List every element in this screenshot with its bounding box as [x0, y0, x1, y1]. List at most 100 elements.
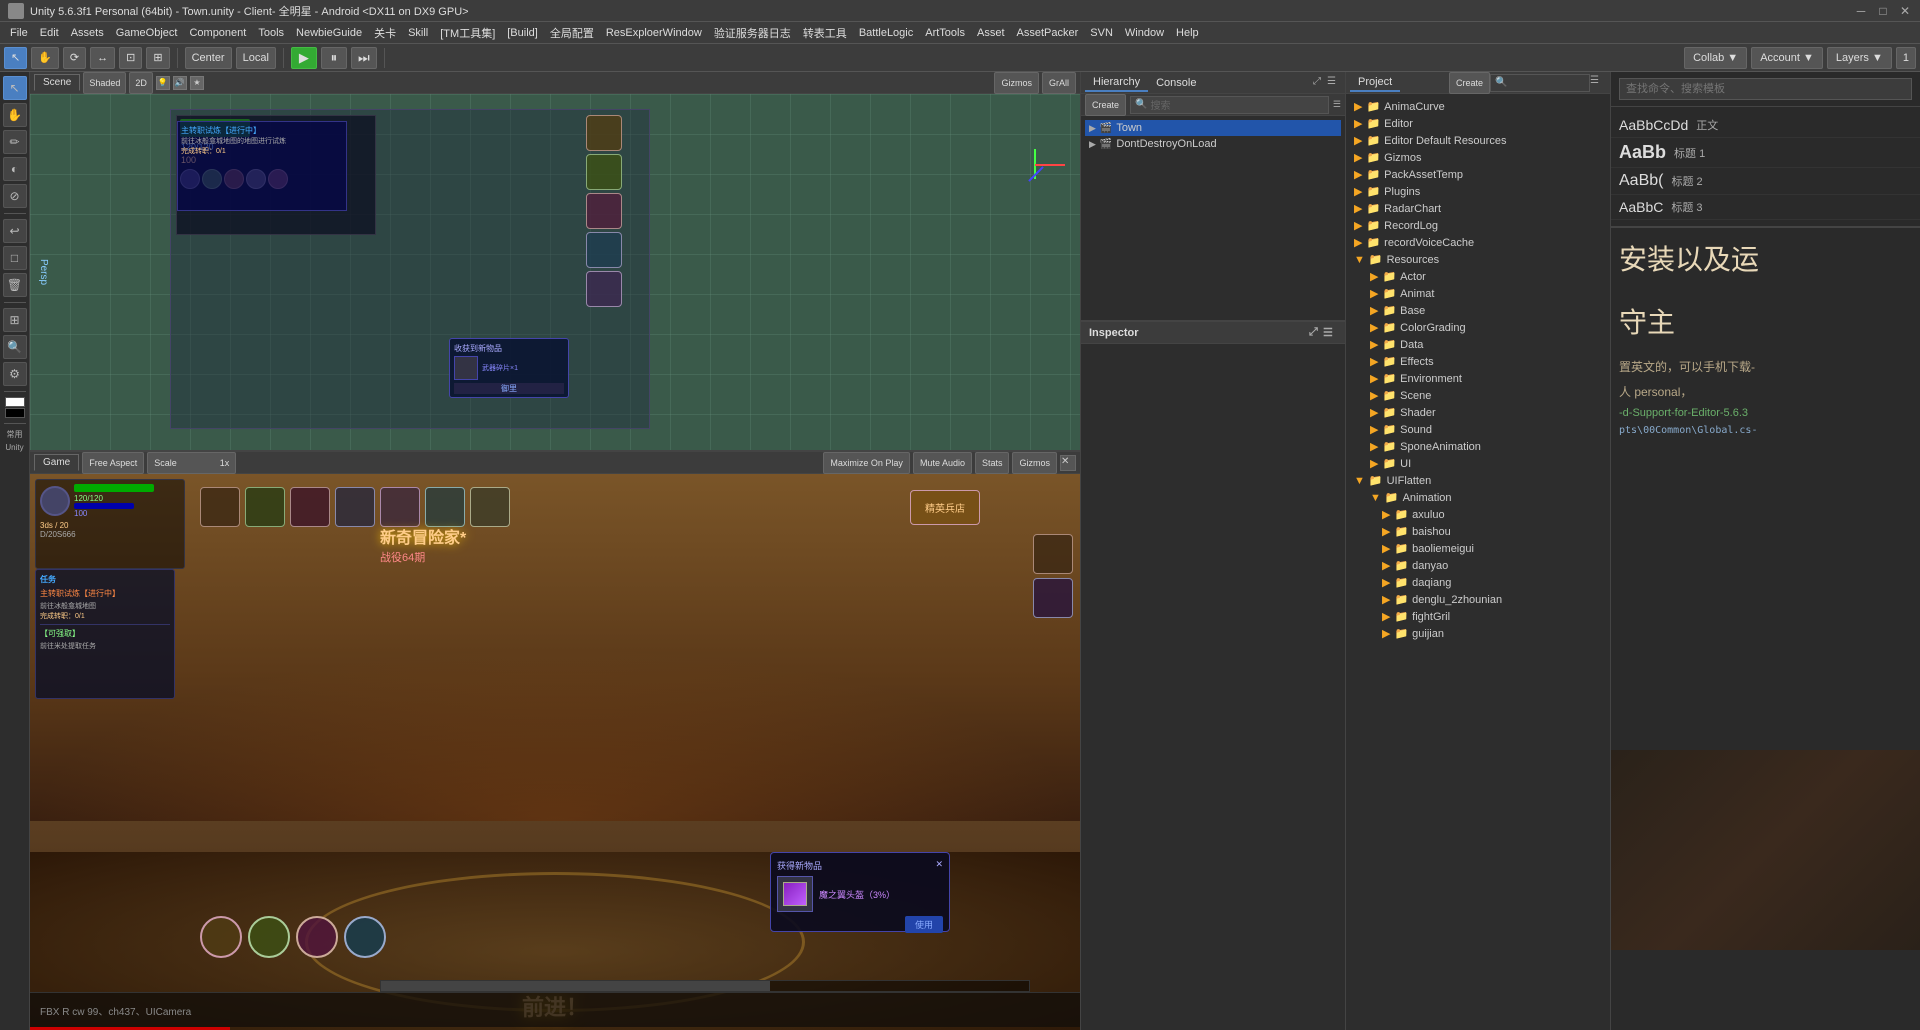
background-color[interactable]	[5, 408, 25, 418]
menu-tm[interactable]: [TM工具集]	[434, 23, 501, 43]
layers-button[interactable]: Layers ▼	[1827, 47, 1892, 69]
project-folder-packasset[interactable]: ▶ 📁 PackAssetTemp	[1346, 166, 1610, 183]
pause-button[interactable]: ⏸	[321, 47, 347, 69]
project-folder-danyao[interactable]: ▶ 📁 danyao	[1346, 557, 1610, 574]
select-tool-button[interactable]: ↖	[4, 47, 27, 69]
foreground-color[interactable]	[5, 397, 25, 407]
scene-fx-toggle[interactable]: ★	[190, 76, 204, 90]
project-tab[interactable]: Project	[1350, 74, 1400, 92]
menu-component[interactable]: Component	[183, 25, 252, 41]
project-folder-base[interactable]: ▶ 📁 Base	[1346, 302, 1610, 319]
hierarchy-tab[interactable]: Hierarchy	[1085, 74, 1148, 92]
rotate-tool-button[interactable]: ⟳	[63, 47, 86, 69]
shop-button[interactable]: 精英兵店	[910, 490, 980, 525]
rect-icon[interactable]: □	[3, 246, 27, 270]
project-folder-shader[interactable]: ▶ 📁 Shader	[1346, 404, 1610, 421]
project-folder-effects[interactable]: ▶ 📁 Effects	[1346, 353, 1610, 370]
use-button[interactable]: 使用	[905, 916, 943, 933]
close-button[interactable]: ✕	[1898, 4, 1912, 18]
far-right-search-input[interactable]	[1619, 78, 1912, 100]
project-folder-editor[interactable]: ▶ 📁 Editor	[1346, 115, 1610, 132]
project-folder-data[interactable]: ▶ 📁 Data	[1346, 336, 1610, 353]
inspector-maximize-btn[interactable]: ⤢	[1309, 326, 1323, 340]
eraser-icon[interactable]: ◐	[3, 157, 27, 181]
menu-globalconfig[interactable]: 全局配置	[544, 23, 600, 43]
scene-lighting-toggle[interactable]: 💡	[156, 76, 170, 90]
menu-edit[interactable]: Edit	[34, 25, 65, 41]
project-view-btn[interactable]: ☰	[1590, 75, 1606, 91]
brush-icon[interactable]: ✏	[3, 130, 27, 154]
project-folder-baishou[interactable]: ▶ 📁 baishou	[1346, 523, 1610, 540]
collab-button[interactable]: Collab ▼	[1684, 47, 1747, 69]
menu-assetpacker[interactable]: AssetPacker	[1011, 25, 1085, 41]
project-folder-actor[interactable]: ▶ 📁 Actor	[1346, 268, 1610, 285]
project-folder-plugins[interactable]: ▶ 📁 Plugins	[1346, 183, 1610, 200]
shading-dropdown[interactable]: Shaded	[83, 72, 126, 94]
inspector-menu-btn[interactable]: ☰	[1323, 326, 1337, 340]
menu-assets[interactable]: Assets	[65, 25, 110, 41]
project-create-btn[interactable]: Create	[1449, 72, 1490, 94]
menu-convert[interactable]: 转表工具	[797, 23, 853, 43]
stats-btn[interactable]: Stats	[975, 452, 1010, 474]
hierarchy-options-btn[interactable]: ☰	[1333, 99, 1341, 110]
select-icon[interactable]: ↖	[3, 76, 27, 100]
project-folder-baoliemeigui[interactable]: ▶ 📁 baoliemeigui	[1346, 540, 1610, 557]
far-right-link-text[interactable]: -d-Support-for-Editor-5.6.3	[1611, 404, 1920, 422]
project-folder-fightgril[interactable]: ▶ 📁 fightGril	[1346, 608, 1610, 625]
menu-asset[interactable]: Asset	[971, 25, 1011, 41]
move-icon[interactable]: ✋	[3, 103, 27, 127]
move-tool-button[interactable]: ✋	[31, 47, 59, 69]
project-folder-animation[interactable]: ▼ 📁 Animation	[1346, 489, 1610, 506]
maximize-button[interactable]: □	[1876, 4, 1890, 18]
menu-svn[interactable]: SVN	[1084, 25, 1119, 41]
menu-build[interactable]: [Build]	[501, 25, 544, 41]
hierarchy-create-btn[interactable]: Create	[1085, 94, 1126, 116]
project-folder-gizmos[interactable]: ▶ 📁 Gizmos	[1346, 149, 1610, 166]
menu-level[interactable]: 关卡	[368, 23, 402, 43]
account-button[interactable]: Account ▼	[1751, 47, 1823, 69]
step-button[interactable]: ⏭	[351, 47, 377, 69]
project-folder-scene[interactable]: ▶ 📁 Scene	[1346, 387, 1610, 404]
project-folder-recordvoice[interactable]: ▶ 📁 recordVoiceCache	[1346, 234, 1610, 251]
project-folder-denglu[interactable]: ▶ 📁 denglu_2zhounian	[1346, 591, 1610, 608]
project-folder-axuluo[interactable]: ▶ 📁 axuluo	[1346, 506, 1610, 523]
project-folder-sound[interactable]: ▶ 📁 Sound	[1346, 421, 1610, 438]
play-button[interactable]: ▶	[291, 47, 317, 69]
2d-button[interactable]: 2D	[129, 72, 153, 94]
project-folder-colorgrading[interactable]: ▶ 📁 ColorGrading	[1346, 319, 1610, 336]
hierarchy-item-town[interactable]: ▶ 🎬 Town	[1085, 120, 1341, 136]
search-icon[interactable]: 🔍	[3, 335, 27, 359]
layout-number[interactable]: 1	[1896, 47, 1916, 69]
menu-tools[interactable]: Tools	[252, 25, 290, 41]
game-scrollbar[interactable]	[380, 980, 1030, 992]
menu-help[interactable]: Help	[1170, 25, 1205, 41]
mute-audio-btn[interactable]: Mute Audio	[913, 452, 972, 474]
menu-skill[interactable]: Skill	[402, 25, 434, 41]
scale-tool-button[interactable]: ↔	[90, 47, 115, 69]
gizmos-button[interactable]: Gizmos	[994, 72, 1039, 94]
grid-icon[interactable]: ⊞	[3, 308, 27, 332]
menu-battlelogic[interactable]: BattleLogic	[853, 25, 919, 41]
project-folder-edr[interactable]: ▶ 📁 Editor Default Resources	[1346, 132, 1610, 149]
gizmos-game-btn[interactable]: Gizmos	[1012, 452, 1057, 474]
project-folder-sponeanimation[interactable]: ▶ 📁 SponeAnimation	[1346, 438, 1610, 455]
local-button[interactable]: Local	[236, 47, 276, 69]
transform-tool-button[interactable]: ⊞	[146, 47, 169, 69]
project-folder-uiflatten[interactable]: ▼ 📁 UIFlatten	[1346, 472, 1610, 489]
scale-btn[interactable]: Scale 1x	[147, 452, 236, 474]
center-button[interactable]: Center	[185, 47, 232, 69]
project-folder-animat[interactable]: ▶ 📁 Animat	[1346, 285, 1610, 302]
trash-icon[interactable]: 🗑	[3, 273, 27, 297]
menu-arttools[interactable]: ArtTools	[919, 25, 971, 41]
project-folder-radarchart[interactable]: ▶ 📁 RadarChart	[1346, 200, 1610, 217]
undo-icon[interactable]: ↩	[3, 219, 27, 243]
maximize-on-play-btn[interactable]: Maximize On Play	[823, 452, 910, 474]
settings-icon[interactable]: ⚙	[3, 362, 27, 386]
lasso-icon[interactable]: ⊘	[3, 184, 27, 208]
menu-verify[interactable]: 验证服务器日志	[708, 23, 797, 43]
console-tab[interactable]: Console	[1148, 75, 1204, 91]
menu-window[interactable]: Window	[1119, 25, 1170, 41]
minimize-button[interactable]: ─	[1854, 4, 1868, 18]
game-tab[interactable]: Game	[34, 454, 79, 471]
rect-tool-button[interactable]: ⊡	[119, 47, 142, 69]
